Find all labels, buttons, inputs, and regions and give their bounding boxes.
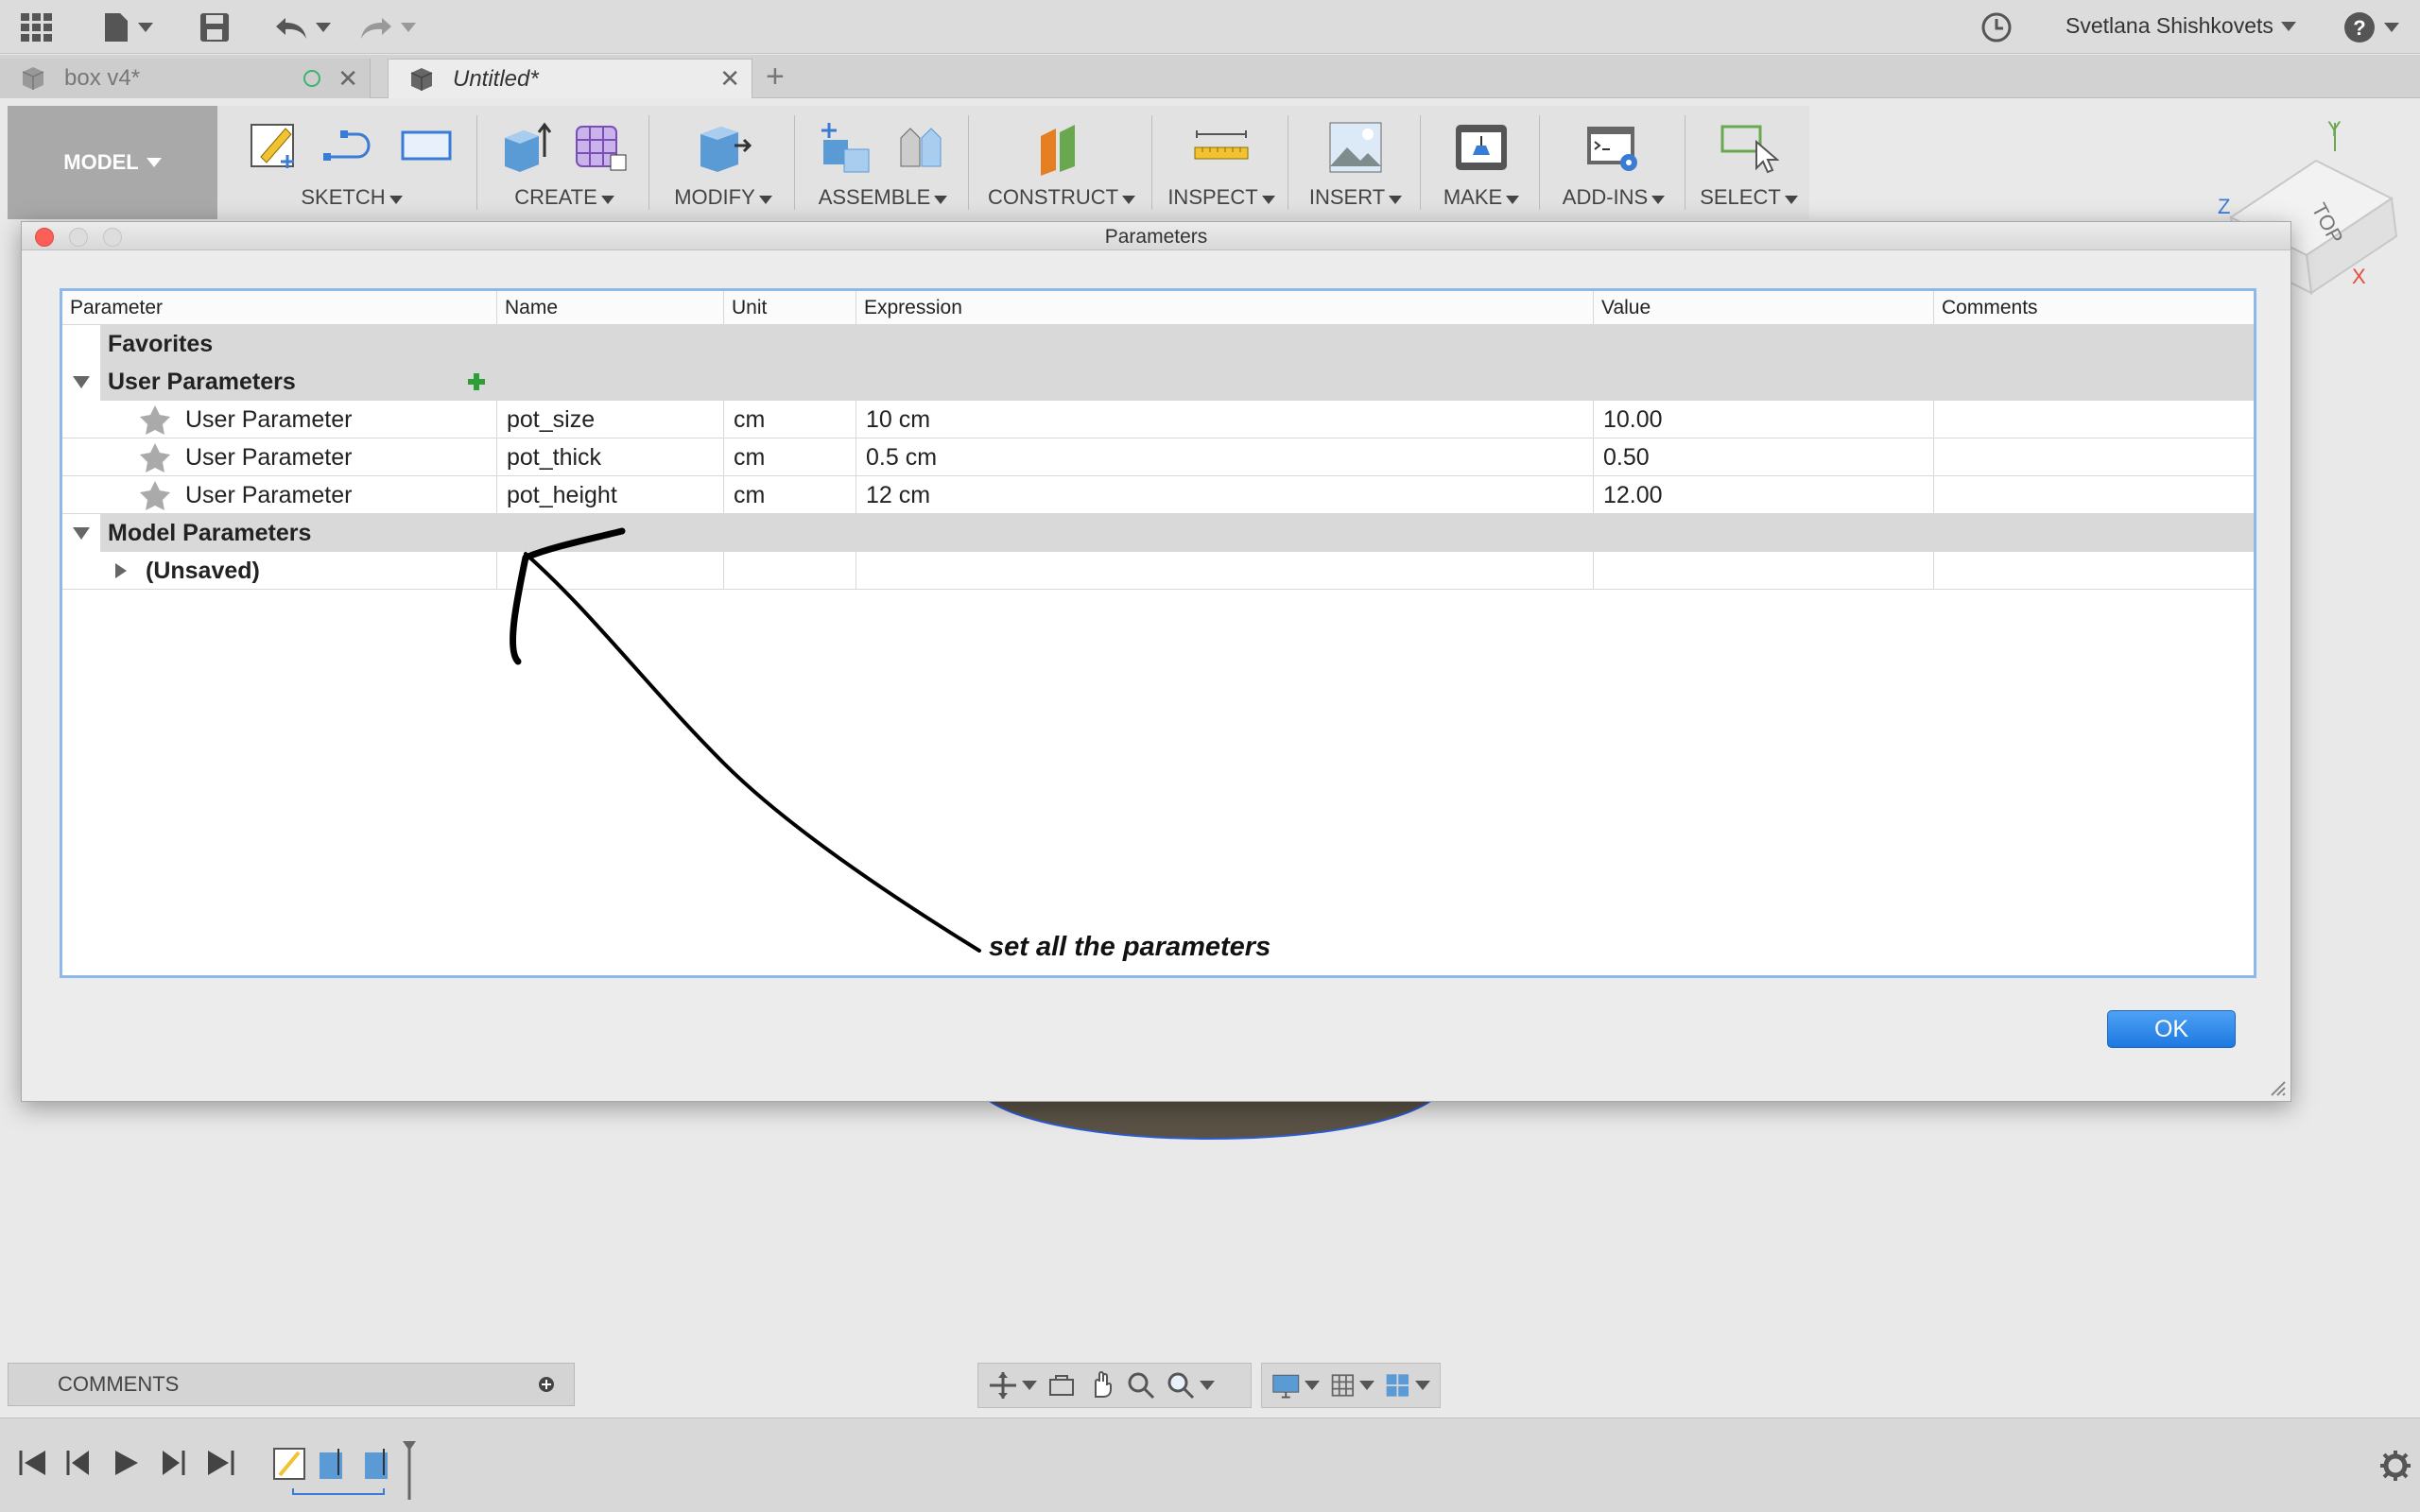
- cube-icon: [22, 67, 44, 90]
- divider: [1151, 115, 1152, 210]
- inspect-group[interactable]: INSPECT: [1155, 106, 1288, 219]
- comments-label: COMMENTS: [58, 1372, 180, 1396]
- orbit-icon[interactable]: [988, 1370, 1018, 1400]
- app-bar: Svetlana Shishkovets ?: [0, 0, 2420, 54]
- dialog-title: Parameters: [1104, 226, 1208, 248]
- group-label: CREATE: [514, 185, 597, 209]
- tab-label: Untitled*: [453, 65, 539, 92]
- apps-grid-icon[interactable]: [19, 9, 55, 45]
- offset-plane-icon[interactable]: [1031, 119, 1092, 176]
- tab-untitled[interactable]: Untitled* ✕: [388, 59, 752, 98]
- divider: [1539, 115, 1540, 210]
- group-label: CONSTRUCT: [987, 185, 1119, 209]
- select-icon[interactable]: [1719, 119, 1779, 176]
- group-label: INSPECT: [1167, 185, 1258, 209]
- workspace-label: MODEL: [63, 150, 139, 174]
- group-label: INSERT: [1308, 185, 1386, 209]
- job-status-icon[interactable]: [1980, 9, 2013, 45]
- display-settings-icon[interactable]: [1271, 1370, 1301, 1400]
- ok-button[interactable]: OK: [2107, 1010, 2236, 1048]
- form-icon[interactable]: [573, 119, 630, 174]
- insert-image-icon[interactable]: [1326, 119, 1385, 176]
- add-comment-icon[interactable]: [538, 1376, 555, 1393]
- timeline: [0, 1418, 2420, 1512]
- annotation-text: set all the parameters: [989, 932, 1270, 962]
- user-menu[interactable]: Svetlana Shishkovets: [2066, 13, 2296, 39]
- z-axis-label: Z: [2218, 195, 2230, 218]
- new-tab-icon[interactable]: +: [766, 59, 785, 95]
- go-to-start-icon[interactable]: [17, 1447, 49, 1479]
- extrude-icon[interactable]: [499, 119, 556, 174]
- insert-group[interactable]: INSERT: [1291, 106, 1420, 219]
- sync-status-icon: [303, 70, 320, 87]
- divider: [648, 115, 649, 210]
- undo-icon[interactable]: [274, 9, 331, 45]
- divider: [1420, 115, 1421, 210]
- group-label: ASSEMBLE: [818, 185, 931, 209]
- comments-panel[interactable]: COMMENTS: [8, 1363, 575, 1406]
- play-icon[interactable]: [110, 1447, 142, 1479]
- construct-group[interactable]: CONSTRUCT: [972, 106, 1151, 219]
- x-axis-label: X: [2352, 265, 2366, 288]
- user-name: Svetlana Shishkovets: [2066, 13, 2273, 38]
- zoom-icon[interactable]: [1126, 1370, 1156, 1400]
- close-icon[interactable]: ✕: [337, 64, 358, 94]
- viewports-icon[interactable]: [1384, 1370, 1411, 1400]
- model-preview: [981, 1096, 1439, 1140]
- joint-icon[interactable]: [893, 119, 948, 176]
- resize-grip-icon[interactable]: [2266, 1076, 2287, 1097]
- sketch-group[interactable]: SKETCH: [227, 106, 476, 219]
- modify-group[interactable]: MODIFY: [652, 106, 794, 219]
- timeline-features[interactable]: [270, 1437, 422, 1503]
- parameters-table: Parameter Name Unit Expression Value Com…: [60, 288, 2256, 978]
- group-label: MODIFY: [674, 185, 755, 209]
- tab-label: box v4*: [64, 65, 141, 91]
- look-at-icon[interactable]: [1046, 1370, 1077, 1400]
- group-label: SKETCH: [301, 185, 386, 209]
- pan-icon[interactable]: [1086, 1370, 1116, 1400]
- group-label: MAKE: [1443, 185, 1503, 209]
- dialog-titlebar: Parameters: [22, 222, 2290, 250]
- cube-icon: [410, 67, 433, 91]
- annotation-arrow: set all the parameters: [510, 527, 1270, 962]
- group-label: ADD-INS: [1562, 185, 1649, 209]
- tab-box-v4[interactable]: box v4* ✕: [0, 59, 371, 98]
- svg-text:?: ?: [2353, 16, 2365, 40]
- make-group[interactable]: MAKE: [1424, 106, 1539, 219]
- display-settings-bar: [1261, 1363, 1441, 1408]
- scripts-icon[interactable]: [1583, 119, 1644, 176]
- step-forward-icon[interactable]: [157, 1447, 189, 1479]
- create-sketch-icon[interactable]: [248, 119, 302, 172]
- 3d-print-icon[interactable]: [1452, 119, 1511, 176]
- document-tabs: box v4* ✕ Untitled* ✕: [0, 55, 2420, 98]
- divider: [794, 115, 795, 210]
- select-group[interactable]: SELECT: [1688, 106, 1809, 219]
- file-menu-icon[interactable]: [102, 9, 153, 45]
- step-back-icon[interactable]: [62, 1447, 95, 1479]
- add-ins-group[interactable]: ADD-INS: [1543, 106, 1685, 219]
- press-pull-icon[interactable]: [693, 119, 753, 176]
- grid-settings-icon[interactable]: [1329, 1370, 1357, 1400]
- navigation-bar: [977, 1363, 1252, 1408]
- measure-icon[interactable]: [1191, 119, 1252, 172]
- redo-icon[interactable]: [359, 9, 416, 45]
- divider: [476, 115, 477, 210]
- group-label: SELECT: [1700, 185, 1781, 209]
- rectangle-icon[interactable]: [397, 119, 456, 172]
- line-icon[interactable]: [320, 119, 380, 172]
- divider: [968, 115, 969, 210]
- toolbar: MODEL SKETCH CREATE MODIFY ASSEMBLE CONS…: [8, 106, 1809, 219]
- workspace-switcher[interactable]: MODEL: [8, 106, 217, 219]
- y-axis-label: Y: [2327, 117, 2342, 141]
- assemble-group[interactable]: ASSEMBLE: [798, 106, 968, 219]
- go-to-end-icon[interactable]: [204, 1447, 236, 1479]
- new-component-icon[interactable]: [818, 119, 876, 176]
- parameters-dialog: Parameters Parameter Name Unit Expressio…: [21, 221, 2291, 1102]
- timeline-settings-gear-icon[interactable]: [2378, 1449, 2412, 1483]
- close-icon[interactable]: ✕: [719, 64, 740, 94]
- help-icon[interactable]: ?: [2342, 9, 2399, 45]
- fit-icon[interactable]: [1166, 1370, 1196, 1400]
- save-icon[interactable]: [199, 9, 231, 45]
- create-group[interactable]: CREATE: [480, 106, 648, 219]
